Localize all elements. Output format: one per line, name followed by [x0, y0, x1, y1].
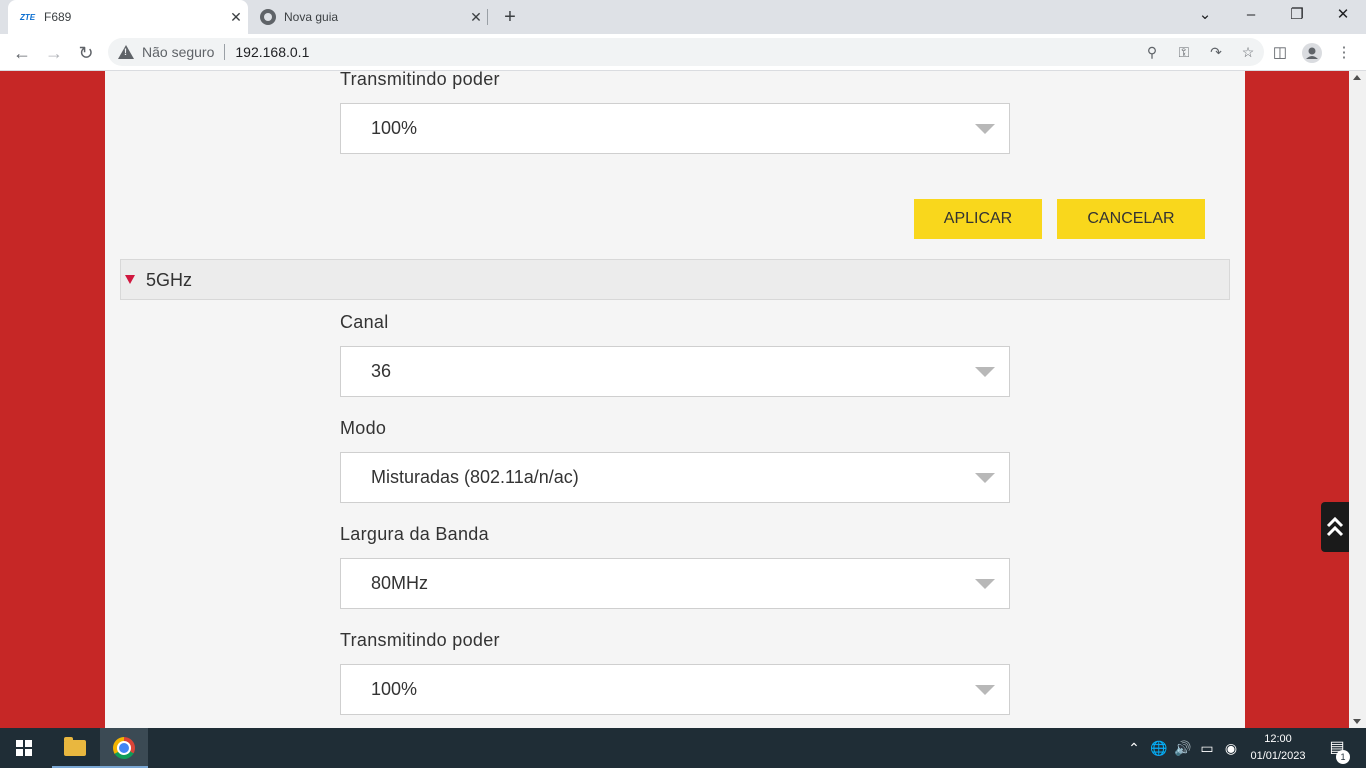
clock-time: 12:00 — [1264, 733, 1292, 745]
close-window-button[interactable]: ✕ — [1320, 0, 1366, 32]
camera-icon[interactable]: ◉ — [1220, 728, 1242, 768]
side-panel-icon[interactable]: ◫ — [1266, 39, 1294, 67]
cancel-button[interactable]: CANCELAR — [1057, 199, 1205, 239]
field-label-bandwidth: Largura da Banda — [340, 524, 489, 544]
back-button[interactable]: ← — [8, 39, 36, 67]
file-explorer-button[interactable] — [52, 728, 100, 768]
channel-select[interactable]: 36 — [340, 346, 1010, 397]
select-value: 80MHz — [371, 573, 429, 593]
transmit-power-select[interactable]: 100% — [340, 103, 1010, 154]
notification-center-button[interactable]: ▤ 1 — [1322, 728, 1352, 768]
section-header-5ghz[interactable]: 5GHz — [120, 259, 1230, 300]
chrome-favicon-icon — [260, 9, 276, 25]
page-scrollbar[interactable] — [1349, 71, 1366, 728]
dropdown-arrow-icon — [975, 367, 995, 377]
field-label-transmit-power: Transmitindo poder — [340, 71, 500, 89]
apply-button[interactable]: APLICAR — [914, 199, 1042, 239]
key-icon[interactable]: ⚿ — [1168, 44, 1200, 61]
mode-select[interactable]: Misturadas (802.11a/n/ac) — [340, 452, 1010, 503]
dropdown-arrow-icon — [975, 685, 995, 695]
tab-divider — [487, 9, 488, 25]
field-label-channel: Canal — [340, 312, 389, 332]
dropdown-arrow-icon — [975, 124, 995, 134]
chrome-taskbar-button[interactable] — [100, 728, 148, 768]
profile-icon[interactable] — [1298, 39, 1326, 67]
system-clock[interactable]: 12:00 01/01/2023 — [1244, 731, 1312, 765]
browser-toolbar: ← → ↻ Não seguro 192.168.0.1 ⚲ ⚿ ↷ ☆ ◫ ⋮ — [0, 34, 1366, 71]
omnibox-divider — [224, 44, 226, 60]
tab-title: Nova guia — [284, 10, 339, 24]
select-value: Misturadas (802.11a/n/ac) — [371, 467, 579, 487]
reload-button[interactable]: ↻ — [72, 39, 100, 67]
battery-icon[interactable]: ▭ — [1196, 728, 1218, 768]
field-label-mode: Modo — [340, 418, 387, 438]
browser-tab-strip: ZTE F689 ✕ Nova guia ✕ + ⌄ – ❐ ✕ — [0, 0, 1366, 34]
restore-button[interactable]: ❐ — [1274, 0, 1320, 32]
content-panel: Transmitindo poder 100% APLICAR CANCELAR… — [105, 71, 1245, 728]
search-icon[interactable]: ⚲ — [1136, 44, 1168, 61]
field-label-transmit-power-5ghz: Transmitindo poder — [340, 630, 500, 650]
start-button[interactable] — [0, 728, 48, 768]
close-tab-icon[interactable]: ✕ — [224, 9, 248, 26]
star-icon[interactable]: ☆ — [1232, 44, 1264, 61]
double-chevron-up-icon — [1326, 516, 1344, 537]
address-bar[interactable]: Não seguro 192.168.0.1 ⚲ ⚿ ↷ ☆ — [108, 38, 1264, 66]
tab-search-icon[interactable]: ⌄ — [1182, 0, 1228, 32]
url-text[interactable]: 192.168.0.1 — [235, 44, 1136, 60]
security-status[interactable]: Não seguro — [142, 44, 214, 60]
windows-taskbar: ⌃ 🌐 🔊 ▭ ◉ 12:00 01/01/2023 ▤ 1 — [0, 728, 1366, 768]
forward-button[interactable]: → — [40, 39, 68, 67]
file-explorer-icon — [64, 737, 86, 756]
select-value: 100% — [371, 118, 418, 138]
clock-date: 01/01/2023 — [1250, 750, 1306, 762]
collapse-triangle-icon[interactable] — [125, 275, 135, 284]
volume-icon[interactable]: 🔊 — [1172, 728, 1194, 768]
dropdown-arrow-icon — [975, 473, 995, 483]
page-viewport: Transmitindo poder 100% APLICAR CANCELAR… — [0, 71, 1349, 728]
bandwidth-select[interactable]: 80MHz — [340, 558, 1010, 609]
select-value: 100% — [371, 679, 418, 699]
close-tab-icon[interactable]: ✕ — [464, 9, 488, 26]
share-icon[interactable]: ↷ — [1200, 44, 1232, 61]
scroll-to-top-button[interactable] — [1321, 502, 1349, 552]
notification-badge: 1 — [1336, 750, 1350, 764]
new-tab-button[interactable]: + — [498, 4, 522, 30]
windows-start-icon — [16, 740, 32, 756]
chrome-icon — [113, 737, 135, 759]
chevron-up-icon[interactable]: ⌃ — [1124, 728, 1144, 768]
tab-title: F689 — [44, 10, 72, 24]
tab-nova-guia[interactable]: Nova guia ✕ — [250, 0, 488, 34]
scroll-up-arrow-icon[interactable] — [1353, 75, 1361, 80]
tab-f689[interactable]: ZTE F689 ✕ — [8, 0, 248, 34]
warning-icon[interactable] — [118, 44, 134, 60]
section-title: 5GHz — [146, 270, 193, 290]
globe-icon[interactable]: 🌐 — [1148, 728, 1170, 768]
scroll-down-arrow-icon[interactable] — [1353, 719, 1361, 724]
zte-favicon-icon: ZTE — [20, 12, 36, 22]
minimize-button[interactable]: – — [1228, 0, 1274, 32]
transmit-power-5ghz-select[interactable]: 100% — [340, 664, 1010, 715]
dropdown-arrow-icon — [975, 579, 995, 589]
menu-icon[interactable]: ⋮ — [1330, 39, 1358, 67]
select-value: 36 — [371, 361, 392, 381]
